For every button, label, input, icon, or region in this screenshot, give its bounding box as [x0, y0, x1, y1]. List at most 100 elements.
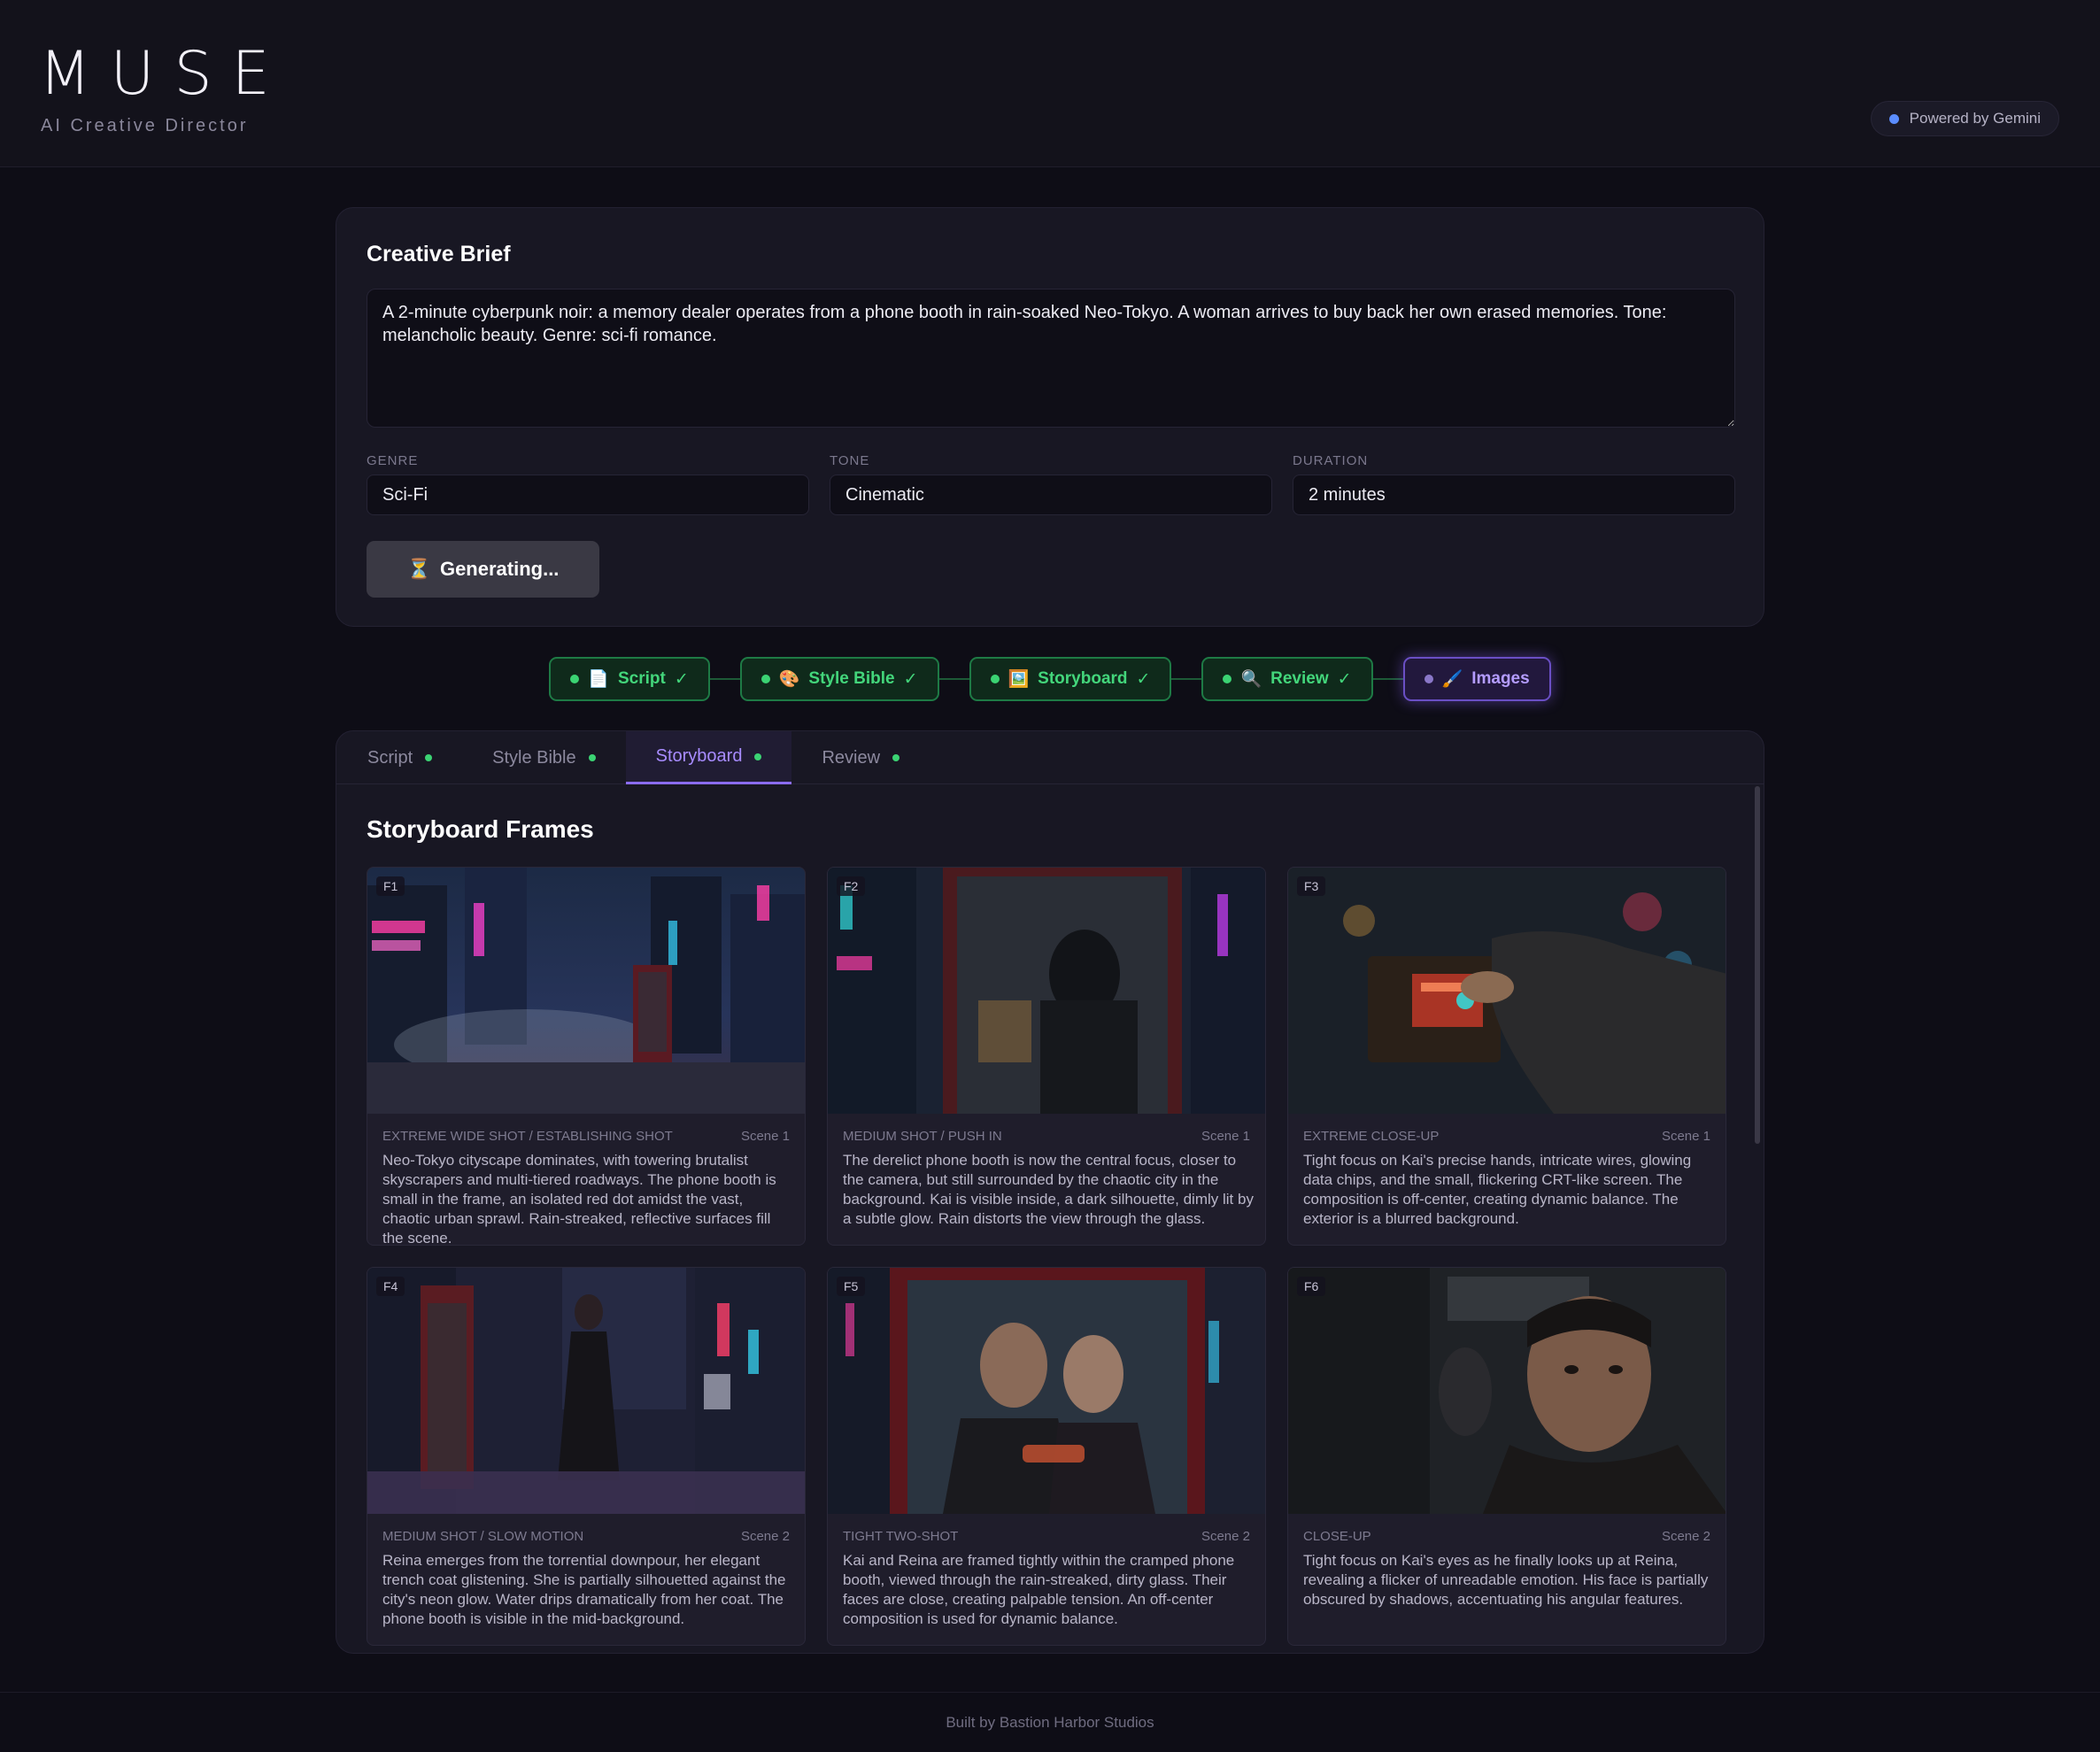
- powered-by-badge: Powered by Gemini: [1870, 101, 2059, 136]
- pipeline-step-label: Review: [1270, 669, 1329, 688]
- tab-status-dot-icon: [892, 754, 900, 761]
- generate-button[interactable]: ⏳ Generating...: [367, 541, 599, 598]
- tab-label: Style Bible: [492, 747, 576, 768]
- storyboard-frame-card[interactable]: F5 TIGHT TWO-SHOT Scene 2 Kai and Reina …: [827, 1267, 1266, 1646]
- frame-description: Neo-Tokyo cityscape dominates, with towe…: [382, 1152, 776, 1246]
- frame-description: Reina emerges from the torrential downpo…: [382, 1552, 786, 1627]
- app-header: MUSE AI Creative Director Powered by Gem…: [0, 0, 2100, 167]
- pipeline-step-images: 🖌️ Images: [1402, 657, 1551, 701]
- frame-description: The derelict phone booth is now the cent…: [843, 1152, 1254, 1227]
- frame-image: F6: [1288, 1268, 1726, 1514]
- storyboard-frame-card[interactable]: F1 EXTREME WIDE SHOT / ESTABLISHING SHOT…: [367, 867, 806, 1246]
- pipeline-step-review: 🔍 Review ✓: [1201, 657, 1373, 701]
- tab-storyboard[interactable]: Storyboard: [625, 731, 792, 784]
- creative-brief-title: Creative Brief: [367, 242, 511, 266]
- frame-shot-type: EXTREME CLOSE-UP: [1303, 1129, 1440, 1144]
- pipeline-connector: [1372, 678, 1403, 680]
- step-status-dot-icon: [570, 675, 580, 683]
- pipeline-connector: [938, 678, 969, 680]
- storyboard-title: Storyboard Frames: [367, 815, 594, 843]
- pipeline-step-script: 📄 Script ✓: [549, 657, 710, 701]
- frame-scene: Scene 1: [740, 1129, 790, 1144]
- pipeline-progress: 📄 Script ✓ 🎨 Style Bible ✓ 🖼️ Storyboard…: [0, 657, 2100, 701]
- check-icon: ✓: [674, 669, 689, 689]
- genre-label: GENRE: [367, 453, 419, 468]
- storyboard-frame-card[interactable]: F4 MEDIUM SHOT / SLOW MOTION Scene 2 Rei…: [367, 1267, 806, 1646]
- tab-status-dot-icon: [588, 754, 596, 761]
- frame-id-badge: F6: [1297, 1277, 1326, 1296]
- scrollbar[interactable]: [1755, 786, 1760, 1144]
- step-status-dot-icon: [1424, 675, 1433, 683]
- app-logo: MUSE: [39, 39, 290, 109]
- frame-scene: Scene 2: [1661, 1529, 1710, 1544]
- frame-image: F3: [1288, 868, 1726, 1114]
- storyboard-frame-card[interactable]: F3 EXTREME CLOSE-UP Scene 1 Tight focus …: [1287, 867, 1726, 1246]
- footer: Built by Bastion Harbor Studios: [0, 1692, 2100, 1752]
- app-subtitle: AI Creative Director: [41, 116, 249, 135]
- footer-credit: Built by Bastion Harbor Studios: [946, 1713, 1154, 1731]
- frame-scene: Scene 2: [1201, 1529, 1250, 1544]
- palette-icon: 🎨: [778, 670, 800, 689]
- step-status-dot-icon: [760, 675, 770, 683]
- frame-shot-type: TIGHT TWO-SHOT: [843, 1529, 959, 1544]
- check-icon: ✓: [1136, 669, 1151, 689]
- tab-review[interactable]: Review: [791, 731, 930, 784]
- frame-image: F4: [367, 1268, 805, 1514]
- frame-scene: Scene 2: [740, 1529, 790, 1544]
- tone-label: TONE: [830, 453, 870, 468]
- results-panel: Script Style Bible Storyboard Review Sto…: [336, 730, 1764, 1654]
- pipeline-step-storyboard: 🖼️ Storyboard ✓: [969, 657, 1172, 701]
- frame-shot-type: EXTREME WIDE SHOT / ESTABLISHING SHOT: [382, 1129, 673, 1144]
- duration-input[interactable]: [1293, 475, 1735, 515]
- frame-description: Tight focus on Kai's eyes as he finally …: [1303, 1552, 1709, 1608]
- pipeline-step-label: Images: [1471, 669, 1530, 688]
- tab-status-dot-icon: [425, 754, 433, 761]
- generate-button-label: Generating...: [439, 558, 560, 580]
- frame-id-badge: F5: [837, 1277, 866, 1296]
- tone-input[interactable]: [830, 475, 1272, 515]
- tab-status-dot-icon: [754, 753, 762, 760]
- paintbrush-icon: 🖌️: [1441, 670, 1463, 689]
- frame-id-badge: F2: [837, 876, 866, 896]
- tab-label: Review: [822, 747, 881, 768]
- frame-shot-type: CLOSE-UP: [1303, 1529, 1371, 1544]
- pipeline-step-label: Script: [617, 669, 666, 688]
- storyboard-frame-card[interactable]: F2 MEDIUM SHOT / PUSH IN Scene 1 The der…: [827, 867, 1266, 1246]
- pipeline-step-style-bible: 🎨 Style Bible ✓: [739, 657, 939, 701]
- frame-description: Kai and Reina are framed tightly within …: [843, 1552, 1235, 1627]
- picture-icon: 🖼️: [1008, 670, 1030, 689]
- brief-textarea[interactable]: [367, 289, 1735, 428]
- pipeline-connector: [709, 678, 740, 680]
- results-tabs: Script Style Bible Storyboard Review: [336, 731, 1764, 784]
- frame-shot-type: MEDIUM SHOT / PUSH IN: [843, 1129, 1002, 1144]
- pipeline-connector: [1171, 678, 1202, 680]
- pipeline-step-label: Style Bible: [808, 669, 895, 688]
- frame-image: F2: [828, 868, 1265, 1114]
- frame-id-badge: F3: [1297, 876, 1326, 896]
- frame-shot-type: MEDIUM SHOT / SLOW MOTION: [382, 1529, 584, 1544]
- tab-script[interactable]: Script: [337, 731, 462, 784]
- frame-image: F5: [828, 1268, 1265, 1514]
- tab-label: Script: [367, 747, 413, 768]
- check-icon: ✓: [1337, 669, 1352, 689]
- status-dot-icon: [1888, 113, 1899, 124]
- frame-image: F1: [367, 868, 805, 1114]
- step-status-dot-icon: [990, 675, 1000, 683]
- document-icon: 📄: [588, 670, 609, 689]
- frame-scene: Scene 1: [1201, 1129, 1250, 1144]
- tab-label: Storyboard: [655, 746, 743, 766]
- pipeline-step-label: Storyboard: [1038, 669, 1128, 688]
- creative-brief-panel: Creative Brief GENRE TONE DURATION ⏳ Gen…: [336, 207, 1764, 627]
- powered-by-label: Powered by Gemini: [1909, 110, 2041, 127]
- tab-style-bible[interactable]: Style Bible: [462, 731, 626, 784]
- check-icon: ✓: [903, 669, 918, 689]
- frame-description: Tight focus on Kai's precise hands, intr…: [1303, 1152, 1692, 1227]
- magnifier-icon: 🔍: [1240, 670, 1262, 689]
- frame-id-badge: F4: [376, 1277, 405, 1296]
- duration-label: DURATION: [1293, 453, 1369, 468]
- genre-input[interactable]: [367, 475, 809, 515]
- storyboard-frame-card[interactable]: F6 CLOSE-UP Scene 2 Tight focus on Kai's…: [1287, 1267, 1726, 1646]
- hourglass-icon: ⏳: [406, 558, 431, 580]
- step-status-dot-icon: [1223, 675, 1232, 683]
- frame-scene: Scene 1: [1661, 1129, 1710, 1144]
